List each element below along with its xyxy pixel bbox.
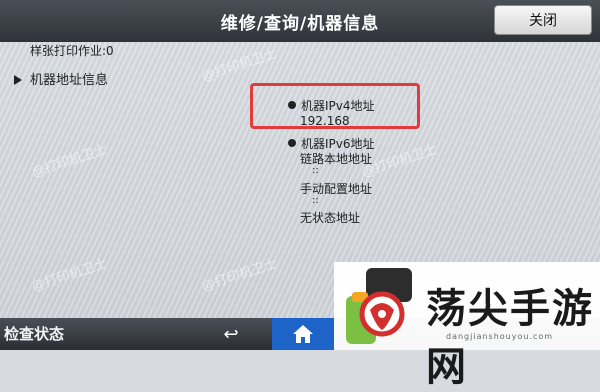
link-local-value: :: bbox=[312, 165, 319, 176]
address-info-label: 机器地址信息 bbox=[30, 73, 109, 88]
manual-address-value: :: bbox=[312, 195, 319, 206]
check-status-button[interactable]: 检查状态 bbox=[4, 323, 64, 344]
watermark: @打印机卫士 bbox=[30, 142, 110, 181]
close-button[interactable]: 关闭 bbox=[494, 5, 592, 35]
watermark: @打印机卫士 bbox=[30, 256, 110, 295]
watermark: @打印机卫士 bbox=[200, 256, 280, 295]
title-bar: 维修/查询/机器信息 关闭 bbox=[0, 0, 600, 42]
home-button[interactable] bbox=[272, 318, 334, 350]
address-info-node[interactable]: 机器地址信息 bbox=[14, 69, 108, 88]
back-arrow-icon: ↩ bbox=[223, 323, 239, 345]
logo-subtext: dangjianshouyou.com bbox=[446, 332, 554, 341]
expand-arrow-icon bbox=[14, 75, 22, 85]
manual-address-label: 手动配置地址 bbox=[300, 182, 373, 196]
bullet-icon bbox=[288, 139, 296, 147]
ipv4-highlight-box bbox=[250, 83, 420, 129]
link-local-label: 链路本地地址 bbox=[300, 152, 373, 166]
sample-print-jobs-text: 样张打印作业:0 bbox=[30, 44, 114, 58]
back-button[interactable]: ↩ bbox=[200, 320, 262, 348]
watermark: @打印机卫士 bbox=[200, 46, 280, 85]
home-icon bbox=[293, 325, 313, 343]
stateless-address-label: 无状态地址 bbox=[300, 211, 361, 225]
site-logo: 荡尖手游网 dangjianshouyou.com bbox=[334, 262, 600, 390]
logo-mark-icon bbox=[346, 268, 412, 344]
